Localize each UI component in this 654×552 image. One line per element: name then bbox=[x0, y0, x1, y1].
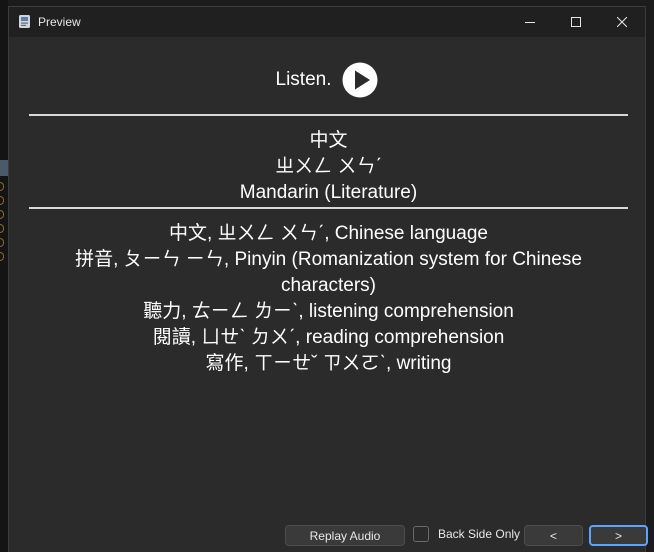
play-circle-icon[interactable] bbox=[342, 62, 378, 98]
window-title: Preview bbox=[38, 15, 81, 29]
front-english: Mandarin (Literature) bbox=[239, 182, 418, 203]
maximize-icon bbox=[571, 17, 581, 27]
close-button[interactable] bbox=[599, 7, 645, 37]
background-marker bbox=[0, 252, 4, 261]
background-selection-marker bbox=[0, 160, 8, 176]
background-marker bbox=[0, 224, 4, 233]
replay-audio-button[interactable]: Replay Audio bbox=[285, 525, 405, 546]
divider-bottom bbox=[29, 207, 628, 209]
title-bar[interactable]: Preview bbox=[9, 7, 645, 37]
back-side-only-label: Back Side Only bbox=[438, 527, 521, 541]
listen-label: Listen. bbox=[275, 69, 332, 90]
front-hanzi: 中文 bbox=[309, 130, 348, 151]
back-side-only-checkbox[interactable] bbox=[413, 526, 429, 542]
back-entry: 寫作, ㄒㄧㄝˇ ㄗㄨㄛˋ, writing bbox=[205, 353, 452, 374]
background-marker bbox=[0, 210, 4, 219]
background-marker bbox=[0, 182, 4, 191]
front-zhuyin: ㄓㄨㄥ ㄨㄣˊ bbox=[275, 156, 382, 177]
minimize-icon bbox=[525, 22, 535, 23]
back-entry: 聽力, ㄊㄧㄥ ㄌㄧˋ, listening comprehension bbox=[143, 301, 514, 322]
card-preview: Listen. 中文 ㄓㄨㄥ ㄨㄣˊ Mandarin (Literature)… bbox=[9, 37, 645, 521]
back-entry: 拼音, ㄆㄧㄣ ㄧㄣ, Pinyin (Romanization system … bbox=[75, 249, 588, 296]
next-card-button[interactable]: > bbox=[589, 525, 648, 546]
maximize-button[interactable] bbox=[553, 7, 599, 37]
app-icon bbox=[19, 15, 30, 28]
background-marker bbox=[0, 238, 4, 247]
back-entry: 中文, ㄓㄨㄥ ㄨㄣˊ, Chinese language bbox=[169, 223, 488, 244]
listen-row: Listen. bbox=[9, 62, 645, 98]
background-marker bbox=[0, 196, 4, 205]
close-icon bbox=[617, 17, 627, 27]
minimize-button[interactable] bbox=[507, 7, 553, 37]
card-front: 中文 ㄓㄨㄥ ㄨㄣˊ Mandarin (Literature) bbox=[29, 128, 628, 206]
card-back: 中文, ㄓㄨㄥ ㄨㄣˊ, Chinese language 拼音, ㄆㄧㄣ ㄧㄣ… bbox=[29, 221, 628, 377]
footer-toolbar: Replay Audio Back Side Only < > bbox=[9, 521, 648, 552]
divider-top bbox=[29, 114, 628, 116]
previous-card-button[interactable]: < bbox=[524, 525, 583, 546]
preview-window: Preview Listen. 中文 ㄓㄨㄥ ㄨㄣˊ Mandarin (Lit… bbox=[8, 6, 648, 552]
background-window-edge bbox=[0, 0, 8, 552]
back-entry: 閱讀, ㄩㄝˋ ㄉㄨˊ, reading comprehension bbox=[152, 327, 505, 348]
